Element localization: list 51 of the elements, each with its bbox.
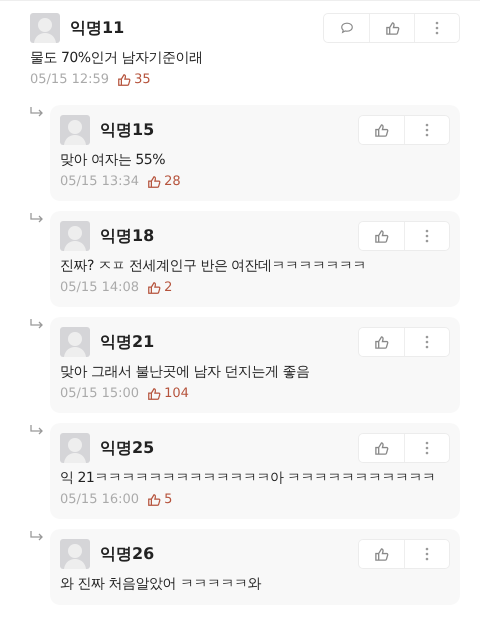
avatar-icon — [60, 221, 90, 251]
comment-text: 맞아 여자는 55% — [60, 151, 166, 169]
author-name: 익명25 — [100, 438, 156, 458]
reply-arrow-icon — [30, 319, 44, 331]
thumbs-up-icon — [374, 228, 389, 244]
reply-arrow-icon — [30, 531, 44, 543]
more-icon — [435, 21, 439, 35]
avatar-icon — [60, 115, 90, 145]
timestamp: 05/15 15:00 — [60, 386, 140, 401]
avatar-icon — [30, 13, 60, 43]
thumbs-up-icon — [147, 492, 162, 506]
more-icon — [425, 547, 429, 561]
timestamp: 05/15 16:00 — [60, 492, 140, 507]
speech-bubble-icon — [340, 21, 354, 35]
timestamp: 05/15 12:59 — [30, 72, 110, 87]
avatar-icon — [60, 327, 90, 357]
thumbs-up-icon — [374, 334, 389, 350]
more-icon — [425, 335, 429, 349]
reply-arrow-icon — [30, 425, 44, 437]
comment-text: 익 21ㅋㅋㅋㅋㅋㅋㅋㅋㅋㅋㅋㅋㅋ아 ㅋㅋㅋㅋㅋㅋㅋㅋㅋㅋㅋ — [60, 469, 437, 487]
thumbs-up-icon — [117, 72, 132, 86]
thumbs-up-icon — [374, 546, 389, 562]
more-icon — [425, 441, 429, 455]
reply-arrow-icon — [30, 213, 44, 225]
comment-text: 진짜? ㅈㅍ 전세계인구 반은 여잔데ㅋㅋㅋㅋㅋㅋㅋ — [60, 257, 368, 275]
like-count: 104 — [164, 386, 189, 401]
author-name: 익명15 — [100, 120, 156, 140]
like-count: 28 — [164, 174, 181, 189]
timestamp: 05/15 14:08 — [60, 280, 140, 295]
comment-text: 와 진짜 처음알았어 ㅋㅋㅋㅋㅋ와 — [60, 575, 262, 593]
author-name: 익명26 — [100, 544, 156, 564]
comment-text: 맞아 그래서 불난곳에 남자 던지는게 좋음 — [60, 363, 310, 381]
author-name: 익명21 — [100, 332, 156, 352]
thumbs-up-icon — [147, 386, 162, 400]
like-count: 2 — [164, 280, 172, 295]
comment-text: 물도 70%인거 남자기준이래 — [30, 49, 204, 67]
more-icon — [425, 229, 429, 243]
avatar-icon — [60, 433, 90, 463]
thumbs-up-icon — [374, 122, 389, 138]
author-name: 익명18 — [100, 226, 156, 246]
reply-arrow-icon — [30, 107, 44, 119]
like-count: 35 — [134, 72, 151, 87]
timestamp: 05/15 13:34 — [60, 174, 140, 189]
like-count: 5 — [164, 492, 172, 507]
more-icon — [425, 123, 429, 137]
thumbs-up-icon — [147, 280, 162, 294]
thumbs-up-icon — [147, 174, 162, 188]
thumbs-up-icon — [374, 440, 389, 456]
avatar-icon — [60, 539, 90, 569]
author-name: 익명11 — [70, 18, 126, 38]
thumbs-up-icon — [384, 20, 400, 36]
